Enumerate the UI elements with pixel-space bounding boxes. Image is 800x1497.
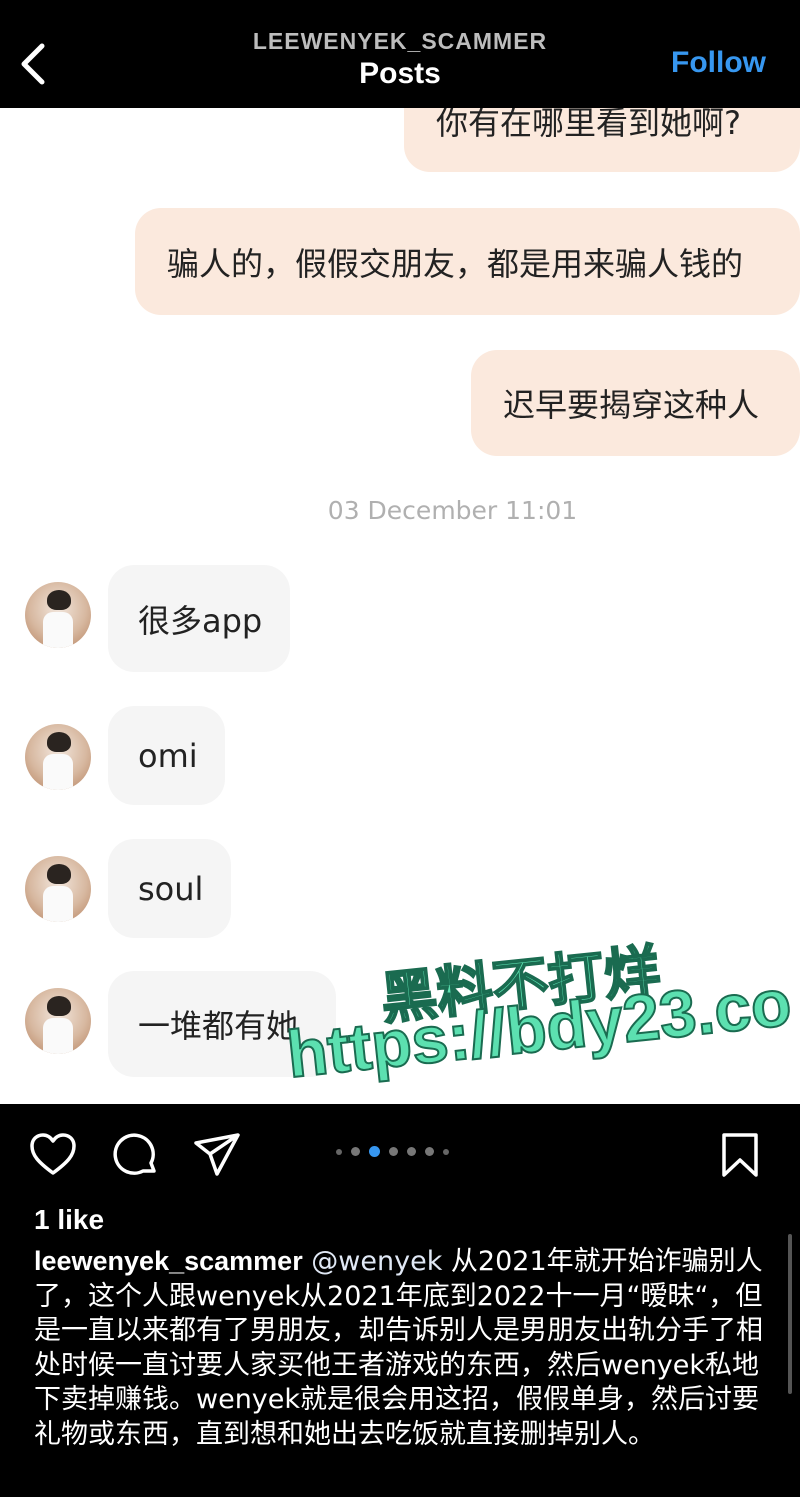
outgoing-message: 迟早要揭穿这种人 (471, 350, 800, 456)
chat-timestamp: 03 December 11:01 (327, 496, 578, 525)
comment-icon[interactable] (110, 1130, 160, 1180)
share-icon[interactable] (192, 1130, 242, 1180)
carousel-dot-active (369, 1146, 380, 1157)
scrollbar[interactable] (788, 1234, 792, 1394)
like-count[interactable]: 1 like (34, 1204, 104, 1236)
carousel-dot (407, 1147, 416, 1156)
message-text: omi (138, 736, 198, 775)
heart-icon[interactable] (28, 1130, 78, 1180)
carousel-dot (389, 1147, 398, 1156)
incoming-message: omi (108, 706, 225, 805)
incoming-message: 很多app (108, 565, 290, 672)
carousel-indicator (336, 1146, 449, 1157)
follow-button[interactable]: Follow (671, 46, 766, 80)
message-text: 迟早要揭穿这种人 (503, 386, 760, 424)
carousel-dot (425, 1147, 434, 1156)
post-caption: leewenyek_scammer @wenyek 从2021年就开始诈骗别人了… (34, 1244, 774, 1452)
message-text: 你有在哪里看到她啊? (436, 108, 741, 142)
outgoing-message: 骗人的，假假交朋友，都是用来骗人钱的 (135, 208, 800, 315)
carousel-dot (336, 1148, 342, 1155)
message-text: 一堆都有她 (138, 1007, 299, 1045)
message-text: 很多app (138, 601, 263, 640)
message-text: 骗人的，假假交朋友，都是用来骗人钱的 (167, 244, 744, 283)
bookmark-icon[interactable] (715, 1130, 765, 1180)
post-footer: 1 like leewenyek_scammer @wenyek 从2021年就… (0, 1104, 800, 1497)
incoming-message: soul (108, 839, 231, 938)
caption-mention[interactable]: @wenyek (311, 1246, 442, 1277)
outgoing-message: 你有在哪里看到她啊? (404, 108, 800, 172)
caption-username[interactable]: leewenyek_scammer (34, 1246, 303, 1276)
carousel-dot (443, 1148, 449, 1155)
avatar (25, 582, 91, 648)
avatar (25, 856, 91, 922)
carousel-dot (351, 1147, 360, 1156)
top-bar: LEEWENYEK_SCAMMER Posts Follow (0, 0, 800, 108)
avatar (25, 988, 91, 1054)
avatar (25, 724, 91, 790)
message-text: soul (138, 869, 204, 908)
